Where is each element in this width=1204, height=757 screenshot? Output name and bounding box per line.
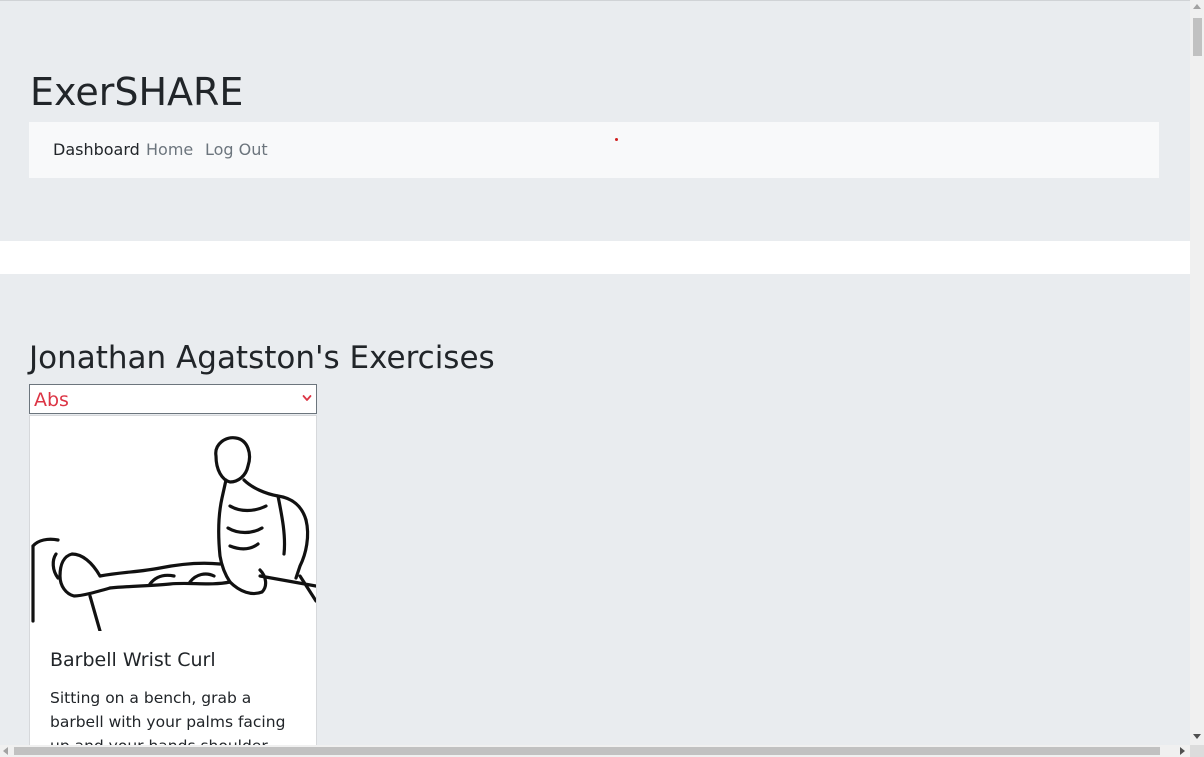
scroll-down-icon[interactable] xyxy=(1193,734,1201,739)
browser-viewport: ExerSHARE Dashboard Home Log Out Jonatha… xyxy=(0,0,1190,745)
scroll-up-icon[interactable] xyxy=(1193,4,1201,9)
nav-home-link[interactable]: Home xyxy=(146,140,193,160)
horizontal-scroll-thumb[interactable] xyxy=(14,747,1160,755)
site-brand: ExerSHARE xyxy=(30,70,244,114)
navbar: Dashboard Home Log Out xyxy=(29,122,1159,178)
vertical-scrollbar[interactable] xyxy=(1190,0,1204,745)
page-title: Jonathan Agatston's Exercises xyxy=(29,340,495,376)
nav-dashboard-link[interactable]: Dashboard xyxy=(53,140,140,160)
exercise-description: Sitting on a bench, grab a barbell with … xyxy=(50,689,286,745)
exercise-card[interactable]: Barbell Wrist Curl Sitting on a bench, g… xyxy=(29,415,317,745)
category-select-value: Abs xyxy=(34,389,69,411)
section-divider xyxy=(0,241,1190,274)
vertical-scroll-thumb[interactable] xyxy=(1193,18,1202,56)
nav-logout-link[interactable]: Log Out xyxy=(205,140,268,160)
scroll-left-icon[interactable] xyxy=(3,747,8,755)
category-select[interactable]: Abs xyxy=(29,384,317,414)
exercise-title: Barbell Wrist Curl xyxy=(50,649,216,671)
scroll-right-icon[interactable] xyxy=(1180,747,1185,755)
chevron-down-icon xyxy=(302,395,312,401)
header-jumbotron xyxy=(0,1,1190,241)
horizontal-scrollbar[interactable] xyxy=(0,745,1190,757)
cursor-dot xyxy=(615,138,618,141)
exercise-illustration xyxy=(31,436,316,631)
scrollbar-corner xyxy=(1190,745,1204,757)
